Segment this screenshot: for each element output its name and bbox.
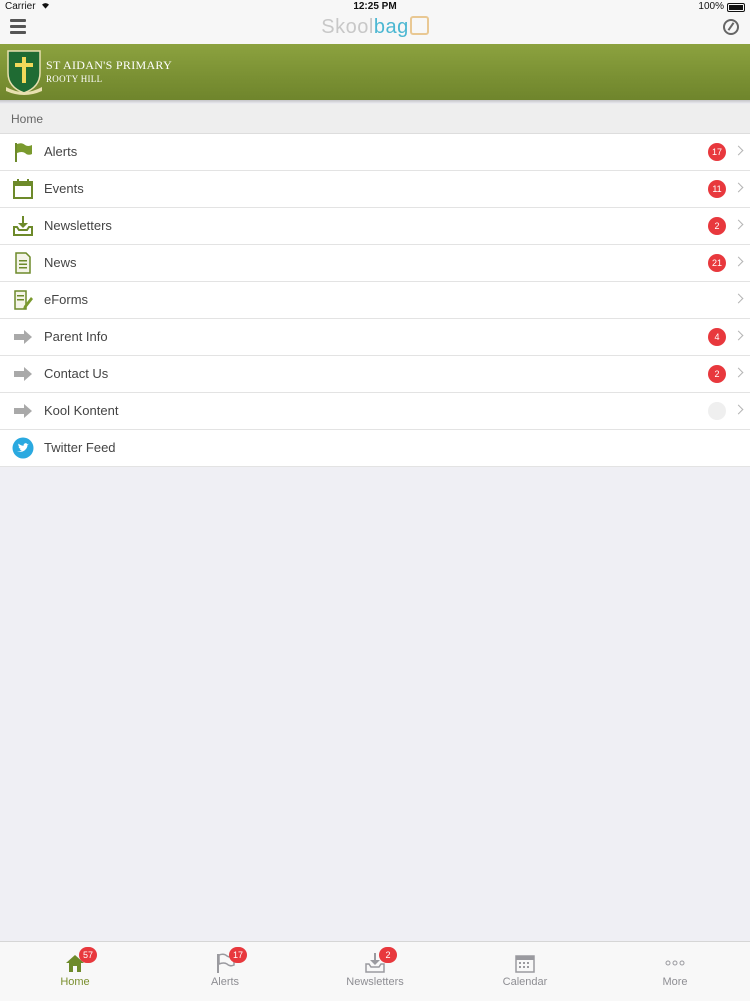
- chevron-right-icon: [733, 293, 744, 304]
- menu-label: eForms: [44, 292, 89, 307]
- menu-item-alerts[interactable]: Alerts 17: [0, 134, 750, 171]
- menu-item-events[interactable]: Events 11: [0, 171, 750, 208]
- status-bar: Carrier 12:25 PM 100%: [0, 0, 750, 14]
- tab-label: Newsletters: [346, 976, 404, 988]
- menu-item-news[interactable]: News 21: [0, 245, 750, 282]
- chevron-right-icon: [733, 256, 744, 267]
- menu-item-kool-kontent[interactable]: Kool Kontent: [0, 393, 750, 430]
- school-location: ROOTY HILL: [46, 74, 103, 84]
- menu-label: News: [44, 255, 77, 270]
- tab-bar: 57 Home 17 Alerts 2 Newsletters Calendar: [0, 941, 750, 1001]
- flag-icon: [15, 143, 32, 162]
- menu-list: Alerts 17 Events 11 Newsletters 2 News 2…: [0, 134, 750, 467]
- tab-alerts[interactable]: 17 Alerts: [150, 942, 300, 1001]
- chevron-right-icon: [733, 330, 744, 341]
- twitter-bird-icon: [12, 437, 34, 459]
- tab-more[interactable]: More: [600, 942, 750, 1001]
- tab-badge: 57: [79, 947, 97, 963]
- tab-label: Calendar: [502, 976, 548, 988]
- count-badge: 2: [708, 365, 726, 383]
- menu-item-parent-info[interactable]: Parent Info 4: [0, 319, 750, 356]
- arrow-right-icon: [14, 367, 32, 381]
- tab-home[interactable]: 57 Home: [0, 942, 150, 1001]
- tab-badge: 17: [229, 947, 247, 963]
- sync-icon[interactable]: [723, 19, 739, 35]
- count-badge: 17: [708, 143, 726, 161]
- chevron-right-icon: [733, 145, 744, 156]
- inbox-download-icon: [13, 216, 33, 236]
- menu-label: Parent Info: [44, 329, 108, 344]
- breadcrumb: Home: [0, 104, 750, 134]
- count-badge: 21: [708, 254, 726, 272]
- count-badge: 2: [708, 217, 726, 235]
- count-badge: 4: [708, 328, 726, 346]
- battery-icon: [727, 3, 745, 12]
- school-crest-icon: [6, 50, 42, 95]
- bag-icon: [409, 16, 429, 35]
- chevron-right-icon: [733, 404, 744, 415]
- menu-item-eforms[interactable]: eForms: [0, 282, 750, 319]
- menu-item-twitter-feed[interactable]: Twitter Feed: [0, 430, 750, 467]
- tab-badge: 2: [379, 947, 397, 963]
- menu-item-newsletters[interactable]: Newsletters 2: [0, 208, 750, 245]
- document-icon: [15, 252, 31, 274]
- count-badge: 11: [708, 180, 726, 198]
- tab-label: More: [662, 976, 688, 988]
- chevron-right-icon: [733, 219, 744, 230]
- nav-bar: Skoolbag: [0, 14, 750, 44]
- chevron-right-icon: [733, 182, 744, 193]
- tab-newsletters[interactable]: 2 Newsletters: [300, 942, 450, 1001]
- tab-label: Home: [60, 976, 90, 988]
- tab-label: Alerts: [210, 976, 240, 988]
- calendar-icon: [13, 179, 33, 199]
- arrow-right-icon: [14, 404, 32, 418]
- menu-label: Contact Us: [44, 366, 109, 381]
- form-edit-icon: [14, 290, 33, 310]
- skoolbag-logo: Skoolbag: [0, 16, 750, 39]
- count-badge: [708, 402, 726, 420]
- menu-label: Newsletters: [44, 218, 112, 233]
- school-name: ST AIDAN'S PRIMARY: [46, 58, 173, 72]
- menu-label: Twitter Feed: [44, 440, 116, 455]
- chevron-right-icon: [733, 367, 744, 378]
- more-dots-icon: [665, 960, 685, 966]
- menu-label: Alerts: [44, 144, 78, 159]
- breadcrumb-home: Home: [11, 112, 44, 126]
- menu-label: Events: [44, 181, 84, 196]
- school-banner: ST AIDAN'S PRIMARY ROOTY HILL: [0, 44, 750, 100]
- battery-percent: 100%: [698, 1, 724, 12]
- status-time: 12:25 PM: [353, 1, 397, 12]
- arrow-right-icon: [14, 330, 32, 344]
- tab-calendar[interactable]: Calendar: [450, 942, 600, 1001]
- menu-label: Kool Kontent: [44, 403, 119, 418]
- calendar-icon: [515, 955, 535, 973]
- menu-item-contact-us[interactable]: Contact Us 2: [0, 356, 750, 393]
